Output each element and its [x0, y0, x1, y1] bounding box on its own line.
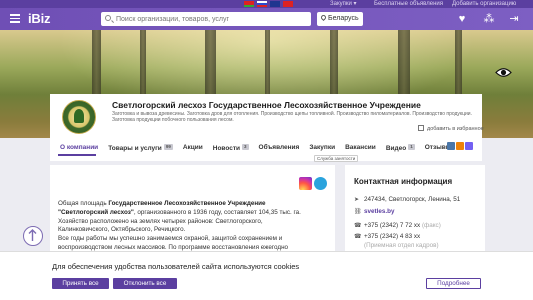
tab-about[interactable]: О компании	[55, 144, 103, 152]
arrow-up-icon	[28, 229, 37, 241]
header: iBiz Беларусь ♥ ⁂ ⇥	[0, 8, 533, 30]
cookie-banner: Для обеспечения удобства пользователей с…	[0, 251, 533, 300]
search-box[interactable]	[101, 12, 311, 26]
tab-ads[interactable]: Объявления	[254, 144, 305, 152]
about-paragraph-1: Общая площадь Государственное Лесохозяйс…	[58, 200, 301, 234]
link-icon: ⛓	[354, 209, 362, 215]
add-org-link[interactable]: Добавить организацию	[452, 0, 516, 8]
share-buttons	[447, 142, 473, 150]
eye-icon[interactable]	[495, 67, 512, 78]
language-flags	[244, 1, 293, 7]
checkbox-icon[interactable]	[418, 125, 424, 131]
accept-all-button[interactable]: Принять все	[52, 278, 109, 289]
phone-icon: ☎	[354, 223, 362, 229]
cookie-message: Для обеспечения удобства пользователей с…	[52, 262, 300, 271]
location-arrow-icon: ➤	[354, 197, 360, 203]
company-name: Светлогорский лесхоз Государственное Лес…	[112, 100, 421, 110]
menu-icon[interactable]	[10, 14, 20, 23]
tab-count-badge: 1	[408, 144, 415, 150]
contact-phone-note: (Приемная отдел кадров)	[364, 242, 439, 249]
top-strip: Закупки ▾ Бесплатные объявления Добавить…	[0, 0, 533, 8]
free-ads-link[interactable]: Бесплатные объявления	[374, 0, 443, 8]
company-description: Заготовка и вывоза древесины. Заготовка …	[112, 111, 472, 123]
tab-purchases[interactable]: Закупки	[304, 144, 340, 152]
flag-by-icon[interactable]	[244, 1, 254, 7]
purchases-link[interactable]: Закупки ▾	[330, 0, 357, 8]
contacts-panel: Контактная информация ➤ 247434, Светлогор…	[345, 165, 485, 255]
phone-icon: ☎	[354, 234, 362, 240]
instagram-icon[interactable]	[299, 177, 312, 190]
search-input[interactable]	[116, 14, 306, 24]
add-to-favorites[interactable]: добавить в избранное	[418, 125, 484, 132]
tab-count-badge: 99	[163, 144, 173, 150]
ok-icon[interactable]	[456, 142, 464, 150]
vk-icon[interactable]	[447, 142, 455, 150]
tab-news[interactable]: Новости 3	[208, 144, 254, 152]
contacts-title: Контактная информация	[354, 177, 453, 186]
tab-vacancies[interactable]: Вакансии	[340, 144, 381, 152]
tab-promotions[interactable]: Акции	[178, 144, 208, 152]
region-label: Беларусь	[328, 15, 359, 22]
location-pin-icon	[319, 13, 328, 22]
logo[interactable]: iBiz	[28, 11, 51, 26]
tab-video[interactable]: Видео 1	[381, 144, 420, 152]
flag-uk-icon[interactable]	[270, 1, 280, 7]
favorites-icon[interactable]: ♥	[456, 13, 468, 25]
region-select[interactable]: Беларусь	[317, 12, 363, 26]
contact-phone-1[interactable]: ☎ +375 (2342) 7 72 xx (факс)	[354, 222, 441, 229]
login-icon[interactable]: ⇥	[508, 13, 520, 25]
about-section: Общая площадь Государственное Лесохозяйс…	[50, 165, 335, 260]
search-icon	[105, 15, 111, 21]
telegram-icon[interactable]	[314, 177, 327, 190]
service-button[interactable]: Служба занятости	[314, 155, 359, 162]
contact-phone-2[interactable]: ☎ +375 (2342) 4 83 xx	[354, 233, 420, 240]
company-logo	[62, 100, 96, 134]
more-button[interactable]: Подробнее	[426, 278, 481, 289]
reject-all-button[interactable]: Отклонить все	[113, 278, 177, 289]
company-card: Светлогорский лесхоз Государственное Лес…	[50, 94, 484, 156]
viber-icon[interactable]	[465, 142, 473, 150]
active-tab-indicator	[58, 154, 96, 156]
tab-products[interactable]: Товары и услуги 99	[103, 144, 178, 152]
flag-ru-icon[interactable]	[257, 1, 267, 7]
contact-address: ➤ 247434, Светлогорск, Ленина, 51	[354, 196, 461, 203]
contact-website[interactable]: ⛓ svetles.by	[354, 208, 394, 215]
flag-cn-icon[interactable]	[283, 1, 293, 7]
scroll-up-button[interactable]	[23, 226, 43, 246]
compare-icon[interactable]: ⁂	[483, 13, 495, 25]
tab-count-badge: 3	[242, 144, 249, 150]
company-tabs: О компании Товары и услуги 99 Акции Новос…	[55, 144, 456, 152]
